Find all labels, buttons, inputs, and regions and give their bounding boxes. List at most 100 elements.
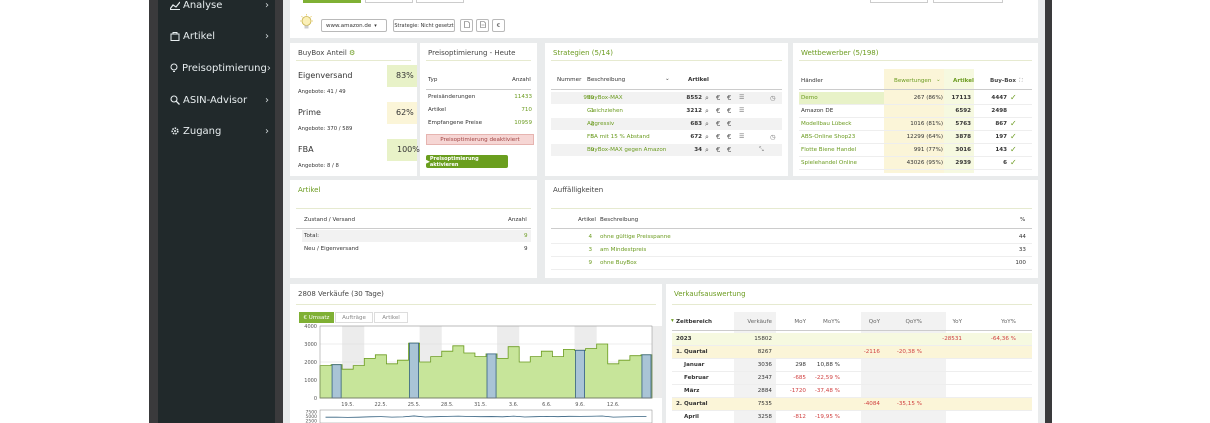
sort-icon[interactable]: ⌄ [936, 77, 941, 83]
competitor-buybox: 197 [995, 134, 1007, 140]
euro-icon[interactable]: € [727, 107, 731, 115]
competitor-buybox: 4447 [991, 95, 1007, 101]
x-tick-label: 19.5. [341, 402, 354, 408]
anomaly-description[interactable]: am Mindestpreis [600, 247, 646, 253]
euro-icon[interactable]: € [727, 146, 731, 154]
euro-icon[interactable]: € [716, 120, 720, 128]
period-value: 2884 [757, 388, 772, 394]
table-row[interactable] [551, 144, 782, 156]
sidebar-item-label: Artikel [183, 30, 216, 42]
euro-icon[interactable]: € [716, 146, 720, 154]
date-input[interactable] [870, 0, 928, 3]
artikel-panel: Artikel Zustand / Versand Anzahl Total: … [290, 180, 537, 278]
sales-bar [376, 355, 385, 398]
tab[interactable] [365, 0, 413, 3]
table-row[interactable] [672, 398, 1032, 410]
wettbewerber-panel: Wettbewerber (5/198) Händler Bewertungen… [793, 43, 1038, 176]
competitor-name[interactable]: Flotte Biene Handel [801, 147, 856, 153]
date-input[interactable] [933, 0, 1003, 3]
currency-button[interactable]: € [492, 19, 505, 32]
col-header: QoY% [905, 319, 922, 325]
sales-bar-chart: 0 1000 2000 3000 4000 19.5. 22.5. 25.5. 28.5. 31.… [304, 324, 662, 423]
euro-icon[interactable]: € [727, 133, 731, 141]
sales-bar [398, 360, 407, 398]
sidebar-item-asin-advisor[interactable]: ASIN-Advisor › [158, 85, 275, 115]
period-value: -28531 [942, 336, 962, 342]
divider [296, 228, 531, 229]
x-tick-label: 3.6. [509, 402, 519, 408]
period-value: -19,95 % [814, 414, 840, 420]
search-icon[interactable]: ⌕ [705, 120, 709, 129]
x-tick-label: 6.6. [542, 402, 552, 408]
euro-icon[interactable]: € [727, 120, 731, 128]
table-row[interactable] [551, 118, 782, 130]
sidebar-item-zugang[interactable]: Zugang › [158, 116, 275, 146]
pin-icon[interactable]: ⤡ [759, 146, 764, 154]
competitor-name[interactable]: Demo [801, 95, 818, 101]
sort-icon[interactable]: ▾ [671, 318, 674, 324]
artikel-value: 9 [524, 233, 528, 239]
search-icon[interactable]: ⌕ [705, 146, 709, 155]
anomaly-description[interactable]: ohne gültige Preisspanne [600, 234, 671, 240]
row-divider [799, 169, 1032, 170]
verkaufsauswertung-panel: Verkaufsauswertung Zeitbereich Verkäufe Mo… [666, 284, 1038, 423]
export-button[interactable] [460, 19, 473, 32]
marketplace-select[interactable]: www.amazon.de ▾ [321, 19, 387, 32]
sales-bar [321, 366, 330, 398]
buybox-title: BuyBox Anteil [298, 49, 347, 57]
sidebar-item-label: ASIN-Advisor [183, 94, 248, 106]
strategy-description: FBA mit 15 % Abstand [587, 134, 650, 140]
table-row[interactable] [672, 333, 1032, 345]
strategy-articles: 3212 [686, 108, 702, 114]
row-divider [551, 256, 1032, 257]
tab[interactable] [416, 0, 464, 3]
check-icon: ✓ [1010, 119, 1017, 128]
col-header: Typ [428, 77, 438, 83]
filter-icon[interactable]: ⛶ [1019, 78, 1023, 85]
y-tick-label: 2000 [304, 360, 317, 366]
col-header: Zustand / Versand [304, 217, 356, 223]
sales-bar [509, 347, 518, 398]
settings-icon[interactable]: ☰ [739, 94, 744, 101]
document-icon [479, 21, 486, 30]
settings-icon[interactable]: ☰ [739, 133, 744, 140]
search-icon[interactable]: ⌕ [705, 133, 709, 142]
panel-title: Preisoptimierung - Heute [428, 49, 516, 57]
search-icon[interactable]: ⌕ [705, 94, 709, 103]
sidebar-item-artikel[interactable]: Artikel › [158, 21, 275, 51]
competitor-name[interactable]: Modellbau Lübeck [801, 121, 852, 127]
competitor-name[interactable]: ABS-Online Shop23 [801, 134, 855, 140]
clock-icon[interactable]: ◷ [770, 133, 776, 141]
euro-icon[interactable]: € [716, 94, 720, 102]
competitor-name[interactable]: Amazon DE [801, 108, 833, 114]
anomaly-description[interactable]: ohne BuyBox [600, 260, 637, 266]
competitor-name[interactable]: Spielehandel Online [801, 160, 857, 166]
sales-bar [365, 358, 374, 398]
panel-title: Auffälligkeiten [553, 186, 604, 194]
sales-bar [609, 364, 618, 398]
euro-icon[interactable]: € [727, 94, 731, 102]
col-header: Anzahl [508, 217, 527, 223]
clock-icon[interactable]: ◷ [770, 94, 776, 102]
strategy-button[interactable]: Strategie: Nicht gesetzt [393, 19, 455, 32]
document-icon [463, 21, 470, 30]
settings-icon[interactable]: ⚙ [349, 49, 355, 57]
buybox-offers: Angebote: 41 / 49 [298, 89, 346, 95]
euro-icon[interactable]: € [716, 133, 720, 141]
period-value: -1720 [789, 388, 806, 394]
search-icon[interactable]: ⌕ [705, 107, 709, 116]
strategy-description: Gleichziehen [587, 108, 623, 114]
sales-bar [387, 364, 396, 398]
divider [672, 330, 1032, 331]
report-button[interactable] [476, 19, 489, 32]
sidebar-item-preisoptimierung[interactable]: Preisoptimierung › [158, 53, 275, 83]
buybox-offers: Angebote: 370 / 589 [298, 126, 353, 132]
activate-button[interactable]: ▶ Preisoptimierung aktivieren [426, 155, 508, 168]
x-tick-label: 9.6. [575, 402, 585, 408]
euro-icon[interactable]: € [716, 107, 720, 115]
table-row[interactable] [672, 346, 1032, 358]
row-divider [799, 143, 1032, 144]
sidebar-item-analyse[interactable]: Analyse › [158, 0, 275, 20]
settings-icon[interactable]: ☰ [739, 107, 744, 114]
sort-icon[interactable]: ⌄ [665, 76, 670, 82]
